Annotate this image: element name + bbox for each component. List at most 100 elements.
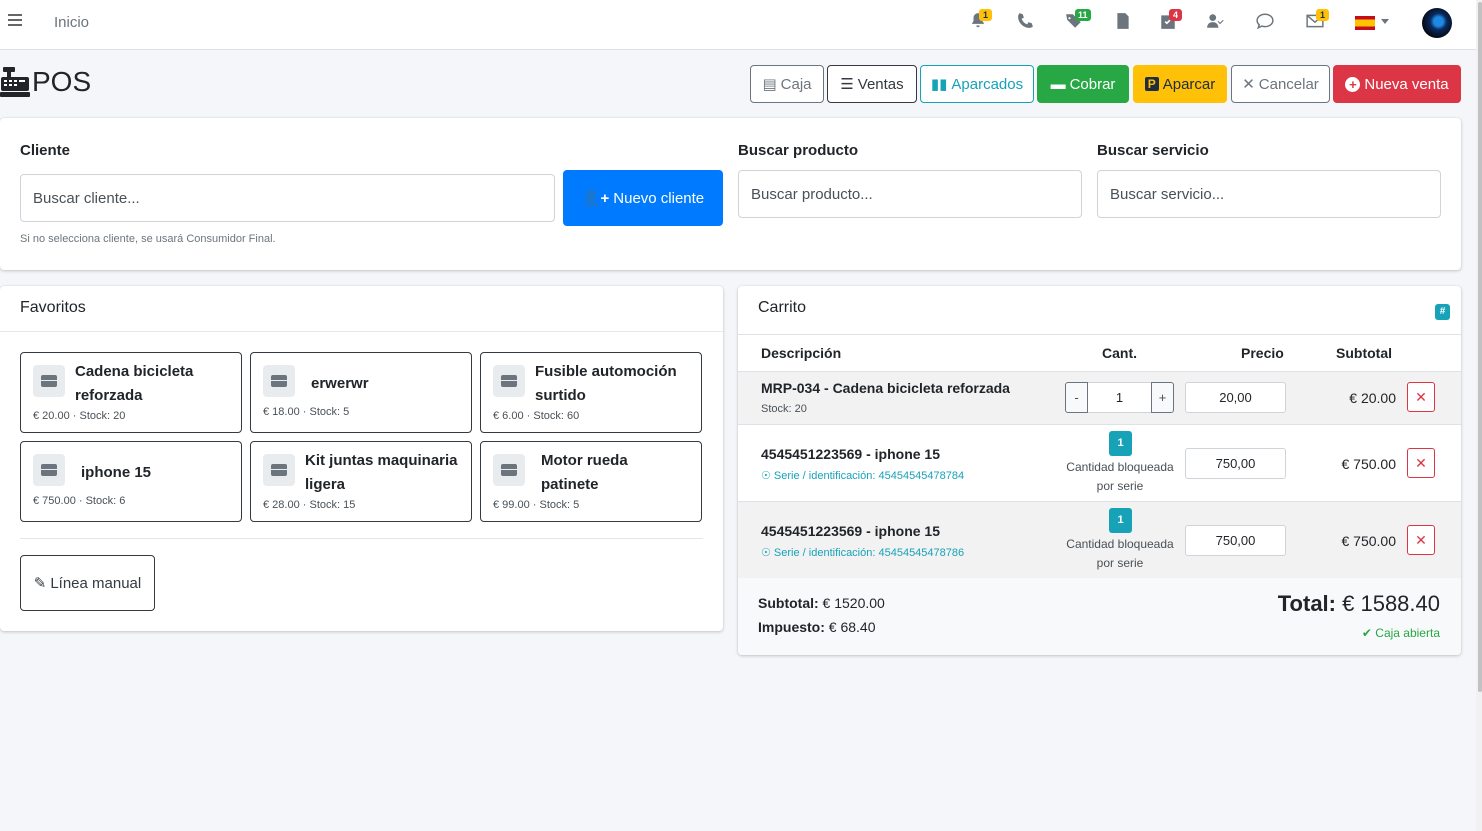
- messages-badge: 1: [1316, 9, 1329, 21]
- cobrar-button[interactable]: ▬ Cobrar: [1037, 65, 1129, 103]
- box-icon: [263, 454, 295, 486]
- notifications-badge: 1: [979, 9, 992, 21]
- favorite-item-meta: € 99.00 · Stock: 5: [493, 499, 580, 511]
- credit-card-icon: ▬: [1050, 75, 1066, 93]
- parking-icon: P: [1144, 77, 1159, 91]
- col-cantidad: Cant.: [1102, 345, 1137, 361]
- price-input[interactable]: 750,00: [1185, 448, 1286, 479]
- cart-item-serial: ☉ Serie / identificación: 45454545478786: [761, 547, 965, 559]
- qty-input[interactable]: 1: [1088, 382, 1151, 413]
- favorite-item-name: Cadena bicicleta reforzada: [75, 363, 194, 404]
- row-subtotal: € 750.00: [1341, 456, 1397, 472]
- qty-locked-text: Cantidad bloqueada por serie: [1066, 537, 1174, 570]
- cart-total: Total: € 1588.40: [1277, 591, 1440, 616]
- remove-item-button[interactable]: ✕: [1407, 448, 1435, 478]
- favorites-divider: [20, 538, 703, 539]
- fingerprint-icon: ☉: [761, 547, 774, 559]
- aparcar-label: Aparcar: [1162, 75, 1216, 93]
- cart-item-description: 4545451223569 - iphone 15: [761, 446, 941, 462]
- qty-minus-button[interactable]: -: [1065, 382, 1088, 413]
- avatar[interactable]: [1422, 8, 1452, 38]
- ventas-button[interactable]: ☰ Ventas: [827, 65, 917, 103]
- quantity-stepper: - 1 +: [1065, 382, 1174, 413]
- page-title-text: POS: [32, 66, 92, 97]
- favorite-item-name: iphone 15: [81, 464, 152, 481]
- cart-subtotal: Subtotal: € 1520.00: [758, 595, 885, 611]
- phone-icon[interactable]: [1014, 12, 1036, 34]
- price-input[interactable]: 750,00: [1185, 525, 1286, 556]
- favorite-item[interactable]: Cadena bicicleta reforzada € 20.00 · Stoc…: [20, 352, 242, 433]
- favorite-item[interactable]: Fusible automoción surtido € 6.00 · Stock…: [480, 352, 702, 433]
- nueva-venta-label: Nueva venta: [1364, 75, 1449, 93]
- qty-locked-badge: 1: [1109, 431, 1132, 456]
- aparcar-button[interactable]: P Aparcar: [1133, 65, 1227, 103]
- cliente-label: Cliente: [20, 142, 71, 159]
- invoice-icon[interactable]: [1112, 12, 1134, 34]
- cobrar-label: Cobrar: [1069, 75, 1116, 93]
- servicio-label: Buscar servicio: [1097, 142, 1209, 159]
- tags-badge: 11: [1075, 9, 1091, 21]
- favorite-item-meta: € 18.00 · Stock: 5: [263, 406, 350, 418]
- favorite-item-name: Motor rueda patinete: [541, 452, 628, 493]
- chat-icon[interactable]: [1254, 12, 1276, 34]
- bell-icon[interactable]: 1: [967, 9, 992, 34]
- hash-badge[interactable]: #: [1435, 304, 1450, 320]
- linea-manual-button[interactable]: ✎ Línea manual: [20, 555, 155, 611]
- scrollbar-thumb[interactable]: [1478, 2, 1482, 692]
- aparcados-label: Aparcados: [951, 75, 1024, 93]
- cliente-search-input[interactable]: Buscar cliente...: [20, 174, 555, 222]
- spain-flag-icon[interactable]: [1355, 16, 1375, 30]
- favorite-item-meta: € 750.00 · Stock: 6: [33, 495, 126, 507]
- producto-search-input[interactable]: Buscar producto...: [738, 170, 1082, 218]
- col-subtotal: Subtotal: [1336, 345, 1392, 361]
- cancelar-button[interactable]: ✕ Cancelar: [1231, 65, 1330, 103]
- row-subtotal: € 20.00: [1349, 390, 1396, 406]
- servicio-search-input[interactable]: Buscar servicio...: [1097, 170, 1441, 218]
- user-check-icon[interactable]: [1204, 12, 1226, 34]
- producto-label: Buscar producto: [738, 142, 859, 159]
- qty-plus-button[interactable]: +: [1151, 382, 1174, 413]
- tags-icon[interactable]: 11: [1063, 9, 1091, 34]
- nav-home-link[interactable]: Inicio: [54, 14, 89, 31]
- tasks-badge: 4: [1169, 9, 1182, 21]
- favorite-item-meta: € 6.00 · Stock: 60: [493, 410, 580, 422]
- cart-header-divider: [738, 334, 1461, 335]
- favorite-item[interactable]: Motor rueda patinete € 99.00 · Stock: 5: [480, 441, 702, 522]
- cancelar-label: Cancelar: [1258, 75, 1319, 93]
- remove-item-button[interactable]: ✕: [1407, 382, 1435, 412]
- favorite-item-name: Kit juntas maquinaria ligera: [305, 452, 458, 493]
- columns-icon: ▮▮: [930, 76, 948, 93]
- cash-register-icon: ▤: [762, 76, 777, 93]
- row-subtotal: € 750.00: [1341, 533, 1397, 549]
- nueva-venta-button[interactable]: + Nueva venta: [1333, 65, 1461, 103]
- linea-manual-label: Línea manual: [50, 574, 142, 592]
- caja-button[interactable]: ▤ Caja: [750, 65, 824, 103]
- favorite-item-name: erwerwr: [311, 375, 369, 392]
- cart-tax: Impuesto: € 68.40: [758, 619, 876, 635]
- user-plus-icon: 👤+: [581, 190, 610, 207]
- chevron-down-icon[interactable]: [1381, 19, 1389, 24]
- pencil-icon: ✎: [33, 575, 47, 592]
- caja-status: ✔ Caja abierta: [1361, 626, 1440, 640]
- envelope-icon[interactable]: 1: [1304, 9, 1329, 34]
- fingerprint-icon: ☉: [761, 470, 774, 482]
- menu-icon[interactable]: [8, 14, 22, 28]
- cart-title: Carrito: [758, 299, 807, 316]
- favorite-item-meta: € 28.00 · Stock: 15: [263, 499, 356, 511]
- price-input[interactable]: 20,00: [1185, 382, 1286, 413]
- row-divider: [738, 424, 1461, 425]
- cliente-hint: Si no selecciona cliente, se usará Consu…: [20, 233, 276, 245]
- favorite-item[interactable]: Kit juntas maquinaria ligera € 28.00 · St…: [250, 441, 472, 522]
- nuevo-cliente-button[interactable]: 👤+ Nuevo cliente: [563, 170, 723, 226]
- list-icon: ☰: [840, 76, 854, 93]
- favorite-item[interactable]: iphone 15 € 750.00 · Stock: 6: [20, 441, 242, 522]
- cart-item-serial: ☉ Serie / identificación: 45454545478784: [761, 470, 965, 482]
- remove-item-button[interactable]: ✕: [1407, 525, 1435, 555]
- cash-register-icon: [0, 67, 30, 97]
- col-precio: Precio: [1241, 345, 1284, 361]
- qty-locked-badge: 1: [1109, 508, 1132, 533]
- favorite-item[interactable]: erwerwr € 18.00 · Stock: 5: [250, 352, 472, 433]
- tasks-icon[interactable]: 4: [1157, 9, 1182, 34]
- aparcados-button[interactable]: ▮▮ Aparcados: [920, 65, 1034, 103]
- top-navbar: Inicio 1 11 4 1: [0, 0, 1476, 50]
